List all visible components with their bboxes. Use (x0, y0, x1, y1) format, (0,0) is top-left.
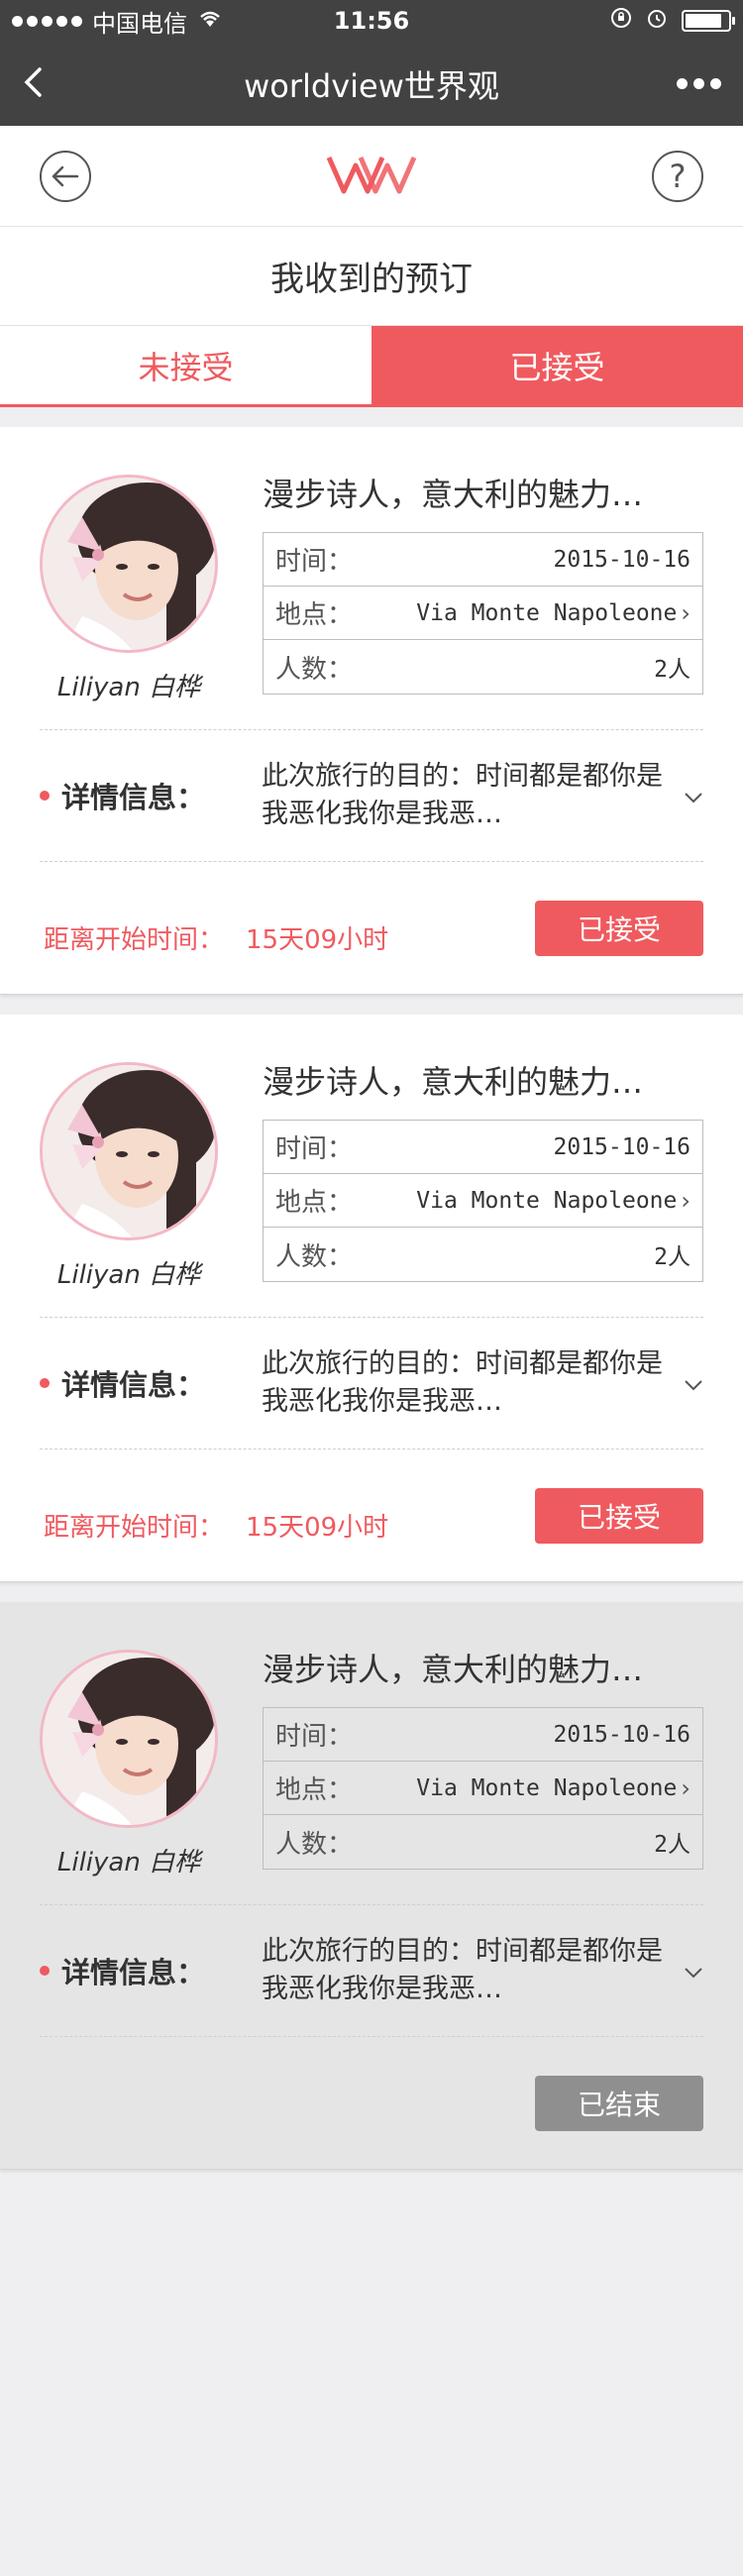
info-row-place[interactable]: 地点： Via Monte Napoleone › (264, 1762, 702, 1815)
rotation-lock-icon (610, 7, 632, 35)
status-button[interactable]: 已结束 (535, 2075, 703, 2131)
countdown-label: 距离开始时间： (44, 1513, 225, 1543)
host-name: Liliyan 白桦 (56, 673, 201, 702)
worldview-logo (326, 154, 417, 199)
detail-label: 详情信息： (61, 781, 206, 814)
booking-tabs: 未接受 已接受 (0, 326, 743, 407)
chevron-right-icon: › (681, 1773, 690, 1802)
status-bar: 中国电信 11:56 (0, 0, 743, 42)
info-row-people: 人数： 2人 (264, 640, 702, 694)
chevron-right-icon: › (681, 1186, 690, 1215)
nav-title: worldview世界观 (244, 66, 499, 105)
more-icon[interactable] (677, 78, 721, 89)
booking-list: Liliyan 白桦 漫步诗人，意大利的魅力… 时间： 2015-10-16 地… (0, 427, 743, 2170)
people-value: 2人 (654, 657, 690, 683)
info-row-people: 人数： 2人 (264, 1815, 702, 1869)
battery-icon (682, 10, 735, 32)
people-value: 2人 (654, 1244, 690, 1270)
detail-text: 此次旅行的目的：时间都是都你是我恶化我你是我恶… (262, 761, 663, 829)
chevron-down-icon[interactable] (664, 781, 703, 810)
status-right (610, 7, 735, 35)
info-row-place[interactable]: 地点： Via Monte Napoleone › (264, 1174, 702, 1228)
alarm-icon (646, 7, 668, 35)
trip-title[interactable]: 漫步诗人，意大利的魅力… (263, 475, 703, 514)
info-table: 时间： 2015-10-16 地点： Via Monte Napoleone › … (263, 532, 703, 695)
trip-title[interactable]: 漫步诗人，意大利的魅力… (263, 1650, 703, 1689)
card-footer: 距离开始时间： 15天09小时 已接受 (0, 862, 743, 994)
people-value: 2人 (654, 1832, 690, 1858)
card-footer: 距离开始时间： 15天09小时 已接受 (0, 1449, 743, 1581)
time-label: 时间： (275, 1722, 354, 1752)
help-icon[interactable]: ? (652, 150, 703, 202)
booking-card[interactable]: Liliyan 白桦 漫步诗人，意大利的魅力… 时间： 2015-10-16 地… (0, 1015, 743, 1582)
time-value: 2015-10-16 (553, 1721, 690, 1748)
chevron-right-icon: › (681, 598, 690, 627)
tab-not-accepted[interactable]: 未接受 (0, 326, 372, 404)
trip-title[interactable]: 漫步诗人，意大利的魅力… (263, 1062, 703, 1102)
info-table: 时间： 2015-10-16 地点： Via Monte Napoleone › … (263, 1707, 703, 1870)
detail-row[interactable]: 详情信息： 此次旅行的目的：时间都是都你是我恶化我你是我恶… (0, 1318, 743, 1449)
time-value: 2015-10-16 (553, 546, 690, 573)
booking-card[interactable]: Liliyan 白桦 漫步诗人，意大利的魅力… 时间： 2015-10-16 地… (0, 427, 743, 995)
back-icon[interactable] (22, 65, 44, 103)
detail-row[interactable]: 详情信息： 此次旅行的目的：时间都是都你是我恶化我你是我恶… (0, 730, 743, 861)
info-row-time: 时间： 2015-10-16 (264, 1708, 702, 1762)
place-value: Via Monte Napoleone (416, 1187, 678, 1214)
avatar[interactable] (40, 475, 218, 653)
bullet-dot-icon (40, 791, 50, 801)
time-label: 时间： (275, 1134, 354, 1164)
booking-card-ended[interactable]: Liliyan 白桦 漫步诗人，意大利的魅力… 时间： 2015-10-16 地… (0, 1602, 743, 2170)
info-row-time: 时间： 2015-10-16 (264, 1121, 702, 1174)
countdown: 距离开始时间： 15天09小时 (44, 1507, 388, 1544)
host-name: Liliyan 白桦 (56, 1848, 201, 1878)
bullet-dot-icon (40, 1378, 50, 1388)
tab-accepted[interactable]: 已接受 (372, 326, 743, 404)
chevron-down-icon[interactable] (664, 1368, 703, 1398)
nav-bar: worldview世界观 (0, 42, 743, 126)
people-label: 人数： (275, 1241, 354, 1272)
status-left: 中国电信 (12, 4, 223, 39)
place-label: 地点： (275, 1775, 354, 1805)
host-name: Liliyan 白桦 (56, 1260, 201, 1290)
place-value: Via Monte Napoleone (416, 599, 678, 626)
bullet-dot-icon (40, 1966, 50, 1976)
place-label: 地点： (275, 1188, 354, 1218)
place-label: 地点： (275, 600, 354, 630)
info-row-place[interactable]: 地点： Via Monte Napoleone › (264, 587, 702, 640)
detail-label: 详情信息： (61, 1368, 206, 1402)
info-table: 时间： 2015-10-16 地点： Via Monte Napoleone › … (263, 1120, 703, 1282)
people-label: 人数： (275, 654, 354, 685)
detail-text: 此次旅行的目的：时间都是都你是我恶化我你是我恶… (262, 1936, 663, 2004)
chevron-down-icon[interactable] (664, 1956, 703, 1986)
time-value: 2015-10-16 (553, 1133, 690, 1160)
avatar[interactable] (40, 1650, 218, 1828)
detail-row[interactable]: 详情信息： 此次旅行的目的：时间都是都你是我恶化我你是我恶… (0, 1905, 743, 2036)
app-header: ? (0, 126, 743, 227)
status-button[interactable]: 已接受 (535, 900, 703, 956)
info-row-people: 人数： 2人 (264, 1228, 702, 1281)
people-label: 人数： (275, 1829, 354, 1860)
signal-icon (12, 15, 82, 27)
avatar[interactable] (40, 1062, 218, 1240)
time-label: 时间： (275, 547, 354, 577)
card-footer: 已结束 (0, 2037, 743, 2169)
wifi-icon (197, 7, 223, 35)
page-title: 我收到的预订 (0, 227, 743, 326)
back-arrow-icon[interactable] (40, 150, 91, 202)
info-row-time: 时间： 2015-10-16 (264, 533, 702, 587)
countdown: 距离开始时间： 15天09小时 (44, 919, 388, 956)
carrier-label: 中国电信 (92, 9, 187, 38)
detail-text: 此次旅行的目的：时间都是都你是我恶化我你是我恶… (262, 1348, 663, 1417)
countdown-value: 15天09小时 (246, 1513, 389, 1543)
detail-label: 详情信息： (61, 1956, 206, 1989)
status-button[interactable]: 已接受 (535, 1487, 703, 1544)
place-value: Via Monte Napoleone (416, 1774, 678, 1801)
countdown-label: 距离开始时间： (44, 925, 225, 955)
countdown-value: 15天09小时 (246, 925, 389, 955)
